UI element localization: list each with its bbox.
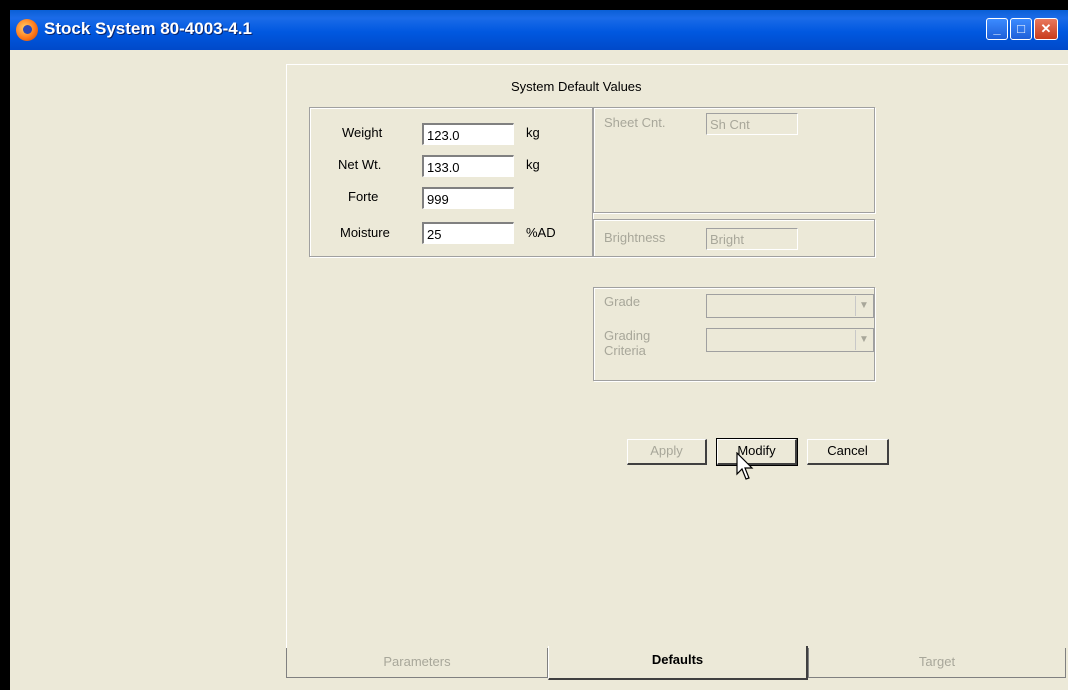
weight-unit: kg: [526, 125, 540, 140]
grading-criteria-label-2: Criteria: [604, 343, 646, 358]
weight-field[interactable]: 123.0: [422, 123, 514, 145]
grading-criteria-select[interactable]: ▼: [706, 328, 874, 352]
chevron-down-icon[interactable]: ▼: [855, 296, 872, 316]
maximize-button[interactable]: □: [1010, 18, 1032, 40]
sheet-cnt-label: Sheet Cnt.: [604, 115, 666, 130]
brightness-field[interactable]: Bright: [706, 228, 798, 250]
chevron-down-icon[interactable]: ▼: [855, 330, 872, 350]
forte-label: Forte: [348, 189, 379, 204]
tab-target[interactable]: Target: [808, 648, 1066, 678]
mouse-pointer-icon: [736, 452, 754, 480]
cancel-button[interactable]: Cancel: [807, 439, 889, 465]
values-group: Weight 123.0 kg Net Wt. 133.0 kg Forte 9…: [309, 107, 593, 257]
client-area: System Default Values Weight 123.0 kg Ne…: [10, 50, 1068, 690]
app-icon[interactable]: [16, 19, 38, 41]
tab-parameters[interactable]: Parameters: [286, 648, 548, 678]
apply-button[interactable]: Apply: [627, 439, 707, 465]
brightness-group: Brightness Bright: [593, 219, 875, 257]
forte-field[interactable]: 999: [422, 187, 514, 209]
grade-group: Grade ▼ Grading Criteria ▼: [593, 287, 875, 381]
window-title: Stock System 80-4003-4.1: [44, 19, 252, 38]
minimize-button[interactable]: _: [986, 18, 1008, 40]
title-bar[interactable]: Stock System 80-4003-4.1 _ □ ✕: [10, 10, 1068, 50]
close-button[interactable]: ✕: [1034, 18, 1058, 40]
defaults-tab-panel: System Default Values Weight 123.0 kg Ne…: [286, 64, 1068, 654]
grade-label: Grade: [604, 294, 641, 309]
sheet-count-group: Sheet Cnt. Sh Cnt: [593, 107, 875, 213]
weight-label: Weight: [342, 125, 383, 140]
moisture-unit: %AD: [526, 225, 556, 240]
panel-title: System Default Values: [511, 79, 642, 94]
net-wt-unit: kg: [526, 157, 540, 172]
tab-defaults[interactable]: Defaults: [548, 646, 808, 680]
left-blank-area: [10, 50, 286, 690]
moisture-field[interactable]: 25: [422, 222, 514, 244]
sheet-cnt-field[interactable]: Sh Cnt: [706, 113, 798, 135]
moisture-label: Moisture: [340, 225, 390, 240]
net-wt-field[interactable]: 133.0: [422, 155, 514, 177]
modify-button[interactable]: Modify: [716, 438, 798, 466]
grade-select[interactable]: ▼: [706, 294, 874, 318]
brightness-label: Brightness: [604, 230, 666, 245]
net-wt-label: Net Wt.: [338, 157, 382, 172]
grading-criteria-label-1: Grading: [604, 328, 651, 343]
